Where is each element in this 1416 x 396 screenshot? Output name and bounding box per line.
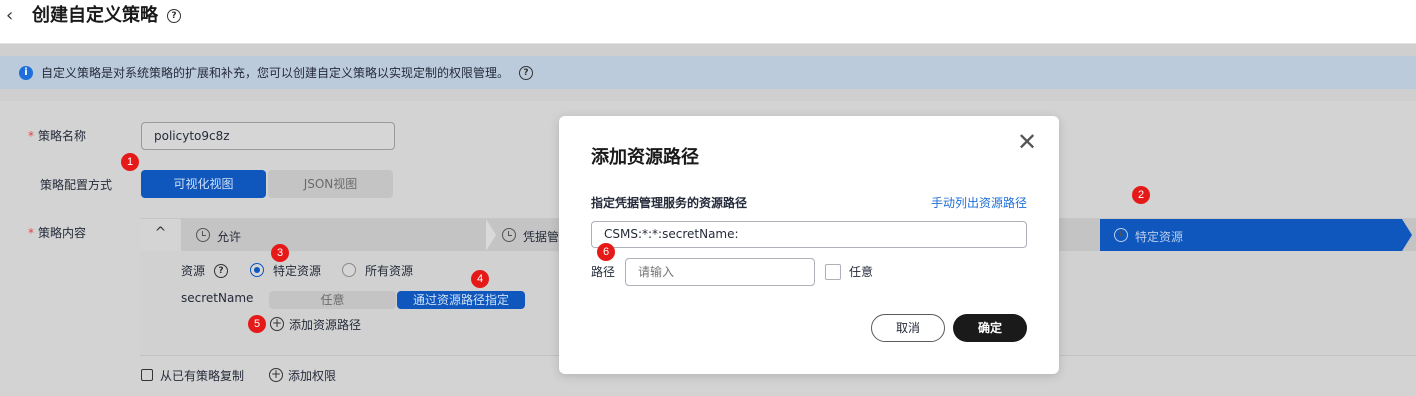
specific-resource-label[interactable]: 特定资源 bbox=[273, 263, 321, 279]
confirm-button[interactable]: 确定 bbox=[953, 314, 1027, 342]
step-badge-5: 5 bbox=[248, 315, 266, 333]
resource-label: 资源 bbox=[181, 264, 206, 278]
cancel-button[interactable]: 取消 bbox=[871, 314, 945, 342]
policy-content-label: * 策略内容 bbox=[28, 226, 87, 240]
help-icon[interactable]: ? bbox=[167, 9, 181, 23]
dialog-title: 添加资源路径 bbox=[591, 147, 699, 168]
any-checkbox-label[interactable]: 任意 bbox=[849, 264, 873, 280]
info-icon: i bbox=[19, 66, 33, 80]
step-badge-3: 3 bbox=[271, 244, 289, 262]
resource-clock-icon bbox=[1114, 228, 1128, 242]
page-title: 创建自定义策略 bbox=[32, 5, 158, 26]
dialog-subtitle: 指定凭据管理服务的资源路径 bbox=[591, 196, 748, 210]
config-mode-label: 策略配置方式 bbox=[40, 178, 113, 192]
json-view-button[interactable]: JSON视图 bbox=[268, 170, 393, 198]
by-path-button[interactable]: 通过资源路径指定 bbox=[397, 291, 525, 309]
visual-view-button[interactable]: 可视化视图 bbox=[141, 170, 266, 198]
step-badge-4: 4 bbox=[471, 270, 489, 288]
copy-policy-link[interactable]: 从已有策略复制 bbox=[160, 368, 244, 384]
all-resources-label[interactable]: 所有资源 bbox=[365, 263, 413, 279]
secret-name-label: secretName bbox=[181, 291, 254, 305]
close-icon[interactable]: ✕ bbox=[1015, 130, 1039, 154]
service-clock-icon bbox=[502, 228, 516, 242]
collapse-button[interactable]: ^ bbox=[140, 219, 181, 251]
step-allow[interactable]: 允许 bbox=[217, 229, 241, 245]
resource-path-field[interactable]: CSMS:*:*:secretName: bbox=[591, 221, 1027, 248]
step-badge-6: 6 bbox=[597, 243, 615, 261]
policy-name-input[interactable]: policyto9c8z bbox=[141, 122, 395, 150]
copy-icon[interactable] bbox=[141, 369, 153, 381]
step-badge-1: 1 bbox=[121, 153, 139, 171]
step-separator bbox=[486, 219, 496, 251]
add-resource-path-dialog: 添加资源路径 ✕ 指定凭据管理服务的资源路径 手动列出资源路径 CSMS:*:*… bbox=[559, 116, 1059, 374]
path-input[interactable] bbox=[625, 258, 815, 286]
back-icon[interactable]: ‹ bbox=[6, 6, 13, 26]
resource-help-icon[interactable]: ? bbox=[214, 264, 228, 278]
info-text: 自定义策略是对系统策略的扩展和补充，您可以创建自定义策略以实现定制的权限管理。 bbox=[41, 66, 510, 80]
manual-list-link[interactable]: 手动列出资源路径 bbox=[931, 195, 1027, 211]
any-checkbox[interactable] bbox=[825, 264, 841, 280]
add-path-icon[interactable]: + bbox=[270, 317, 284, 331]
add-permission-icon[interactable]: + bbox=[269, 368, 283, 382]
path-label: 路径 bbox=[591, 265, 616, 279]
all-resources-radio[interactable] bbox=[342, 263, 356, 277]
add-path-link[interactable]: 添加资源路径 bbox=[289, 317, 361, 333]
info-help-icon[interactable]: ? bbox=[519, 66, 533, 80]
page-header bbox=[0, 0, 1416, 44]
step-service[interactable]: 凭据管 bbox=[523, 229, 559, 245]
step-badge-2: 2 bbox=[1132, 186, 1150, 204]
step-resource-label: 特定资源 bbox=[1135, 230, 1184, 244]
any-button[interactable]: 任意 bbox=[269, 291, 396, 309]
add-permission-link[interactable]: 添加权限 bbox=[288, 368, 336, 384]
step-arrow bbox=[1402, 219, 1412, 251]
allow-clock-icon bbox=[196, 228, 210, 242]
specific-resource-radio[interactable] bbox=[250, 263, 264, 277]
policy-name-label: * 策略名称 bbox=[28, 129, 87, 143]
